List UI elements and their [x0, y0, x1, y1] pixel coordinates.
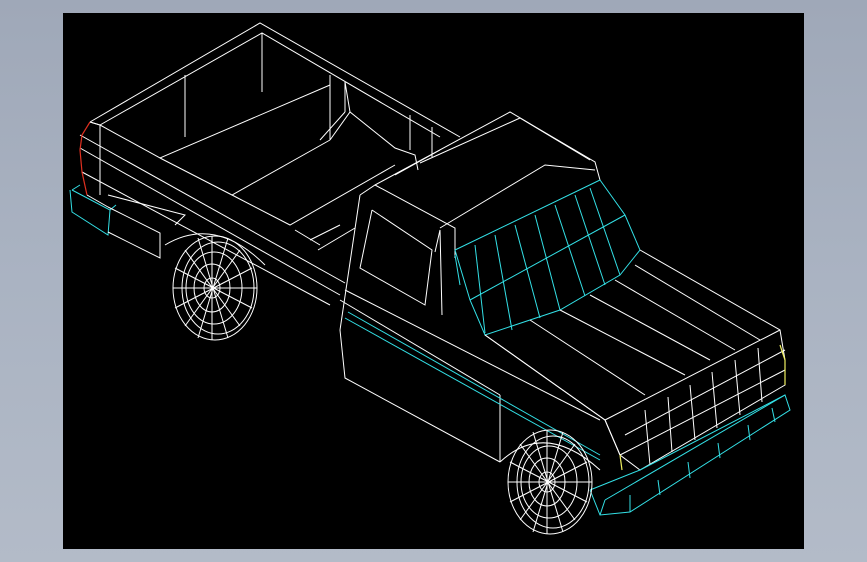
windshield	[454, 179, 641, 336]
tailgate	[69, 121, 186, 259]
cab	[339, 111, 601, 463]
cad-viewport[interactable]	[63, 13, 804, 549]
rear-wheel	[172, 235, 258, 341]
grille	[604, 344, 786, 471]
pickup-truck-wireframe-icon	[69, 22, 791, 535]
truck-bed	[79, 22, 461, 306]
front-wheel	[507, 429, 593, 535]
wheel-arches	[164, 233, 601, 471]
